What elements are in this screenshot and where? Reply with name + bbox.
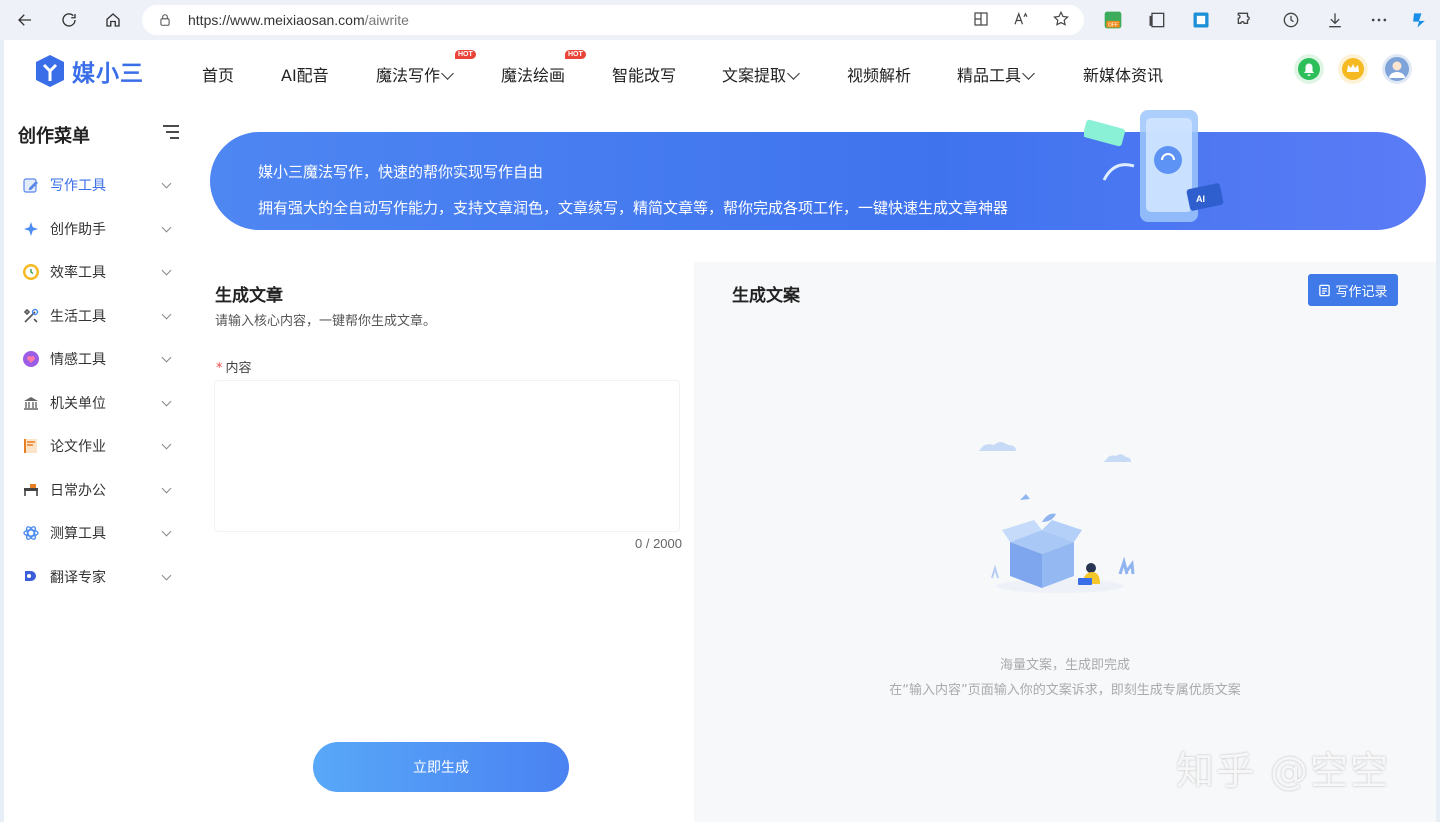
chevron-down-icon <box>161 309 172 319</box>
history-icon[interactable] <box>1280 9 1302 31</box>
sidebar: 创作菜单 写作工具 创作助手 效率工具 生活工具 情感工具 机关单位 论文作业 … <box>4 104 198 822</box>
nav-copy-extract[interactable]: 文案提取 <box>722 62 800 86</box>
nav-premium-tools[interactable]: 精品工具 <box>957 62 1035 86</box>
chevron-down-icon <box>161 222 172 232</box>
sidebar-item-calculation-tools[interactable]: 测算工具 <box>22 521 182 545</box>
back-icon[interactable] <box>14 9 36 31</box>
form-title: 生成文章 <box>215 286 283 306</box>
tools-icon <box>23 308 39 323</box>
sidebar-item-life-tools[interactable]: 生活工具 <box>22 304 182 328</box>
nav-magic-painting[interactable]: 魔法绘画 <box>501 62 565 86</box>
sparkle-icon <box>24 222 38 236</box>
translate-icon <box>25 571 36 581</box>
content-textarea[interactable] <box>214 380 680 532</box>
copilot-icon[interactable] <box>1408 9 1430 31</box>
site-header: 媒小三 首页 AI配音 魔法写作 HOT 魔法绘画 HOT 智能改写 文案提取 … <box>4 40 1436 104</box>
nav-video-parse[interactable]: 视频解析 <box>847 62 911 86</box>
svg-text:AI: AI <box>1196 194 1205 204</box>
browser-toolbar: https://www.meixiaosan.com/aiwrite OFF <box>0 0 1440 40</box>
address-bar[interactable]: https://www.meixiaosan.com/aiwrite <box>142 5 1084 35</box>
ai-phone-illustration-icon: AI <box>1084 110 1224 222</box>
nav-smart-rewrite[interactable]: 智能改写 <box>612 62 676 86</box>
empty-state-description: 在“输入内容”页面输入你的文案诉求，即刻生成专属优质文案 <box>889 683 1241 698</box>
content-field-label: * 内容 <box>216 361 252 376</box>
article-form: 生成文章 请输入核心内容，一键帮你生成文章。 * 内容 0 / 2000 立即生成 <box>210 262 694 822</box>
form-subtitle: 请输入核心内容，一键帮你生成文章。 <box>215 314 437 329</box>
nav-new-media-news[interactable]: 新媒体资讯 <box>1083 62 1163 86</box>
hot-badge: HOT <box>565 50 586 59</box>
nav-ai-dubbing[interactable]: AI配音 <box>281 62 329 86</box>
collapse-menu-icon[interactable] <box>162 124 180 140</box>
sidebar-item-paper-homework[interactable]: 论文作业 <box>22 434 182 458</box>
favorite-star-icon[interactable] <box>1052 10 1070 28</box>
logo-text: 媒小三 <box>72 61 144 87</box>
chevron-down-icon <box>787 67 800 80</box>
chevron-down-icon <box>161 483 172 493</box>
output-title: 生成文案 <box>732 286 800 306</box>
more-menu-icon[interactable] <box>1368 9 1390 31</box>
chevron-down-icon <box>161 570 172 580</box>
writing-record-button[interactable]: 写作记录 <box>1308 274 1398 306</box>
reader-view-icon[interactable] <box>972 10 990 28</box>
sidebar-item-translation-expert[interactable]: 翻译专家 <box>22 565 182 589</box>
chevron-down-icon <box>161 265 172 275</box>
generate-button[interactable]: 立即生成 <box>313 742 569 792</box>
banner-description: 拥有强大的全自动写作能力，支持文章润色，文章续写，精简文章等，帮你完成各项工作，… <box>258 199 1009 217</box>
flag-paper-icon <box>24 439 37 453</box>
hero-banner: 媒小三魔法写作，快速的帮你实现写作自由 拥有强大的全自动写作能力，支持文章润色，… <box>210 110 1426 230</box>
zhihu-watermark: 知乎 @空空 <box>1176 749 1391 793</box>
site-logo[interactable]: 媒小三 <box>34 54 144 88</box>
sidebar-title: 创作菜单 <box>18 126 90 147</box>
output-panel: 生成文案 写作记录 海量文案，生成即完成 在“输入内容”页面输入你的文案诉求，即… <box>694 262 1436 822</box>
sidebar-item-efficiency-tools[interactable]: 效率工具 <box>22 260 182 284</box>
character-counter: 0 / 2000 <box>635 536 682 551</box>
chevron-down-icon <box>1022 67 1035 80</box>
home-icon[interactable] <box>102 9 124 31</box>
sidebar-item-daily-office[interactable]: 日常办公 <box>22 478 182 502</box>
chevron-down-icon <box>161 396 172 406</box>
banner-headline: 媒小三魔法写作，快速的帮你实现写作自由 <box>258 163 544 181</box>
chevron-down-icon <box>161 178 172 188</box>
document-icon <box>1319 284 1331 296</box>
download-icon[interactable] <box>1324 9 1346 31</box>
url-text: https://www.meixiaosan.com/aiwrite <box>188 12 409 28</box>
site-page: 媒小三 首页 AI配音 魔法写作 HOT 魔法绘画 HOT 智能改写 文案提取 … <box>4 40 1436 822</box>
chevron-down-icon <box>161 352 172 362</box>
hot-badge: HOT <box>455 50 476 59</box>
pencil-note-icon <box>23 178 38 193</box>
required-mark: * <box>216 361 223 376</box>
sidebar-item-government-units[interactable]: 机关单位 <box>22 391 182 415</box>
user-avatar-icon[interactable] <box>1382 54 1412 84</box>
atom-icon <box>23 526 39 540</box>
sidebar-item-creation-assistant[interactable]: 创作助手 <box>22 217 182 241</box>
desk-icon <box>24 484 38 496</box>
chevron-down-icon <box>161 439 172 449</box>
chevron-down-icon <box>161 526 172 536</box>
heart-chat-icon <box>23 351 39 367</box>
lock-icon <box>160 14 170 26</box>
collections-icon[interactable] <box>1146 9 1168 31</box>
empty-state-title: 海量文案，生成即完成 <box>999 658 1130 673</box>
nav-magic-writing[interactable]: 魔法写作 <box>376 62 454 86</box>
extension-off-icon[interactable]: OFF <box>1102 9 1124 31</box>
refresh-icon[interactable] <box>58 9 80 31</box>
sidebar-item-writing-tools[interactable]: 写作工具 <box>22 173 182 197</box>
sidebar-item-emotion-tools[interactable]: 情感工具 <box>22 347 182 371</box>
nav-home[interactable]: 首页 <box>202 62 234 86</box>
logo-shield-icon <box>36 55 64 87</box>
svg-text:OFF: OFF <box>1108 23 1118 29</box>
extension-blue-icon[interactable] <box>1190 9 1212 31</box>
notification-bell-icon[interactable] <box>1294 54 1324 84</box>
empty-box-illustration-icon <box>978 442 1135 593</box>
extensions-icon[interactable] <box>1234 9 1256 31</box>
chevron-down-icon <box>441 67 454 80</box>
clock-icon <box>23 264 39 280</box>
vip-crown-icon[interactable] <box>1338 54 1368 84</box>
building-icon <box>24 397 38 410</box>
read-aloud-icon[interactable] <box>1012 10 1030 28</box>
